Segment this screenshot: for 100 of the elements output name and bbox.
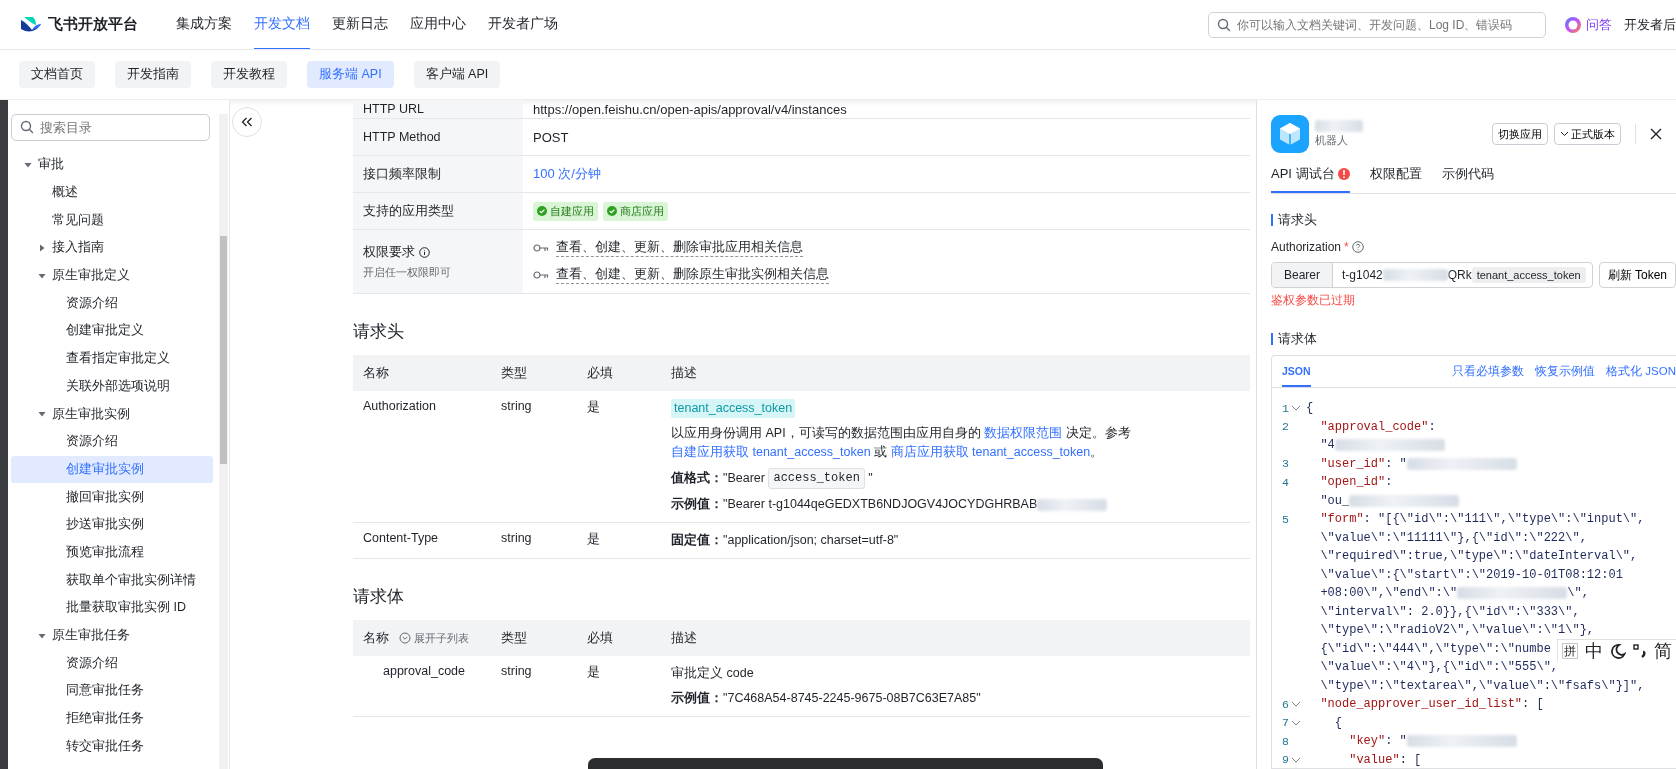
info-icon[interactable]	[419, 246, 430, 258]
code-text: \"required\":true,\"type\":\"dateInterval\",	[1319, 549, 1638, 564]
tree-item[interactable]: 获取单个审批实例详情	[11, 566, 213, 594]
console-link[interactable]: 开发者后	[1624, 15, 1676, 34]
caret-down-icon[interactable]	[38, 631, 46, 640]
doc-category-tab[interactable]: 开发指南	[115, 61, 191, 88]
tree-item[interactable]: 接入指南	[11, 234, 213, 262]
nav-tab[interactable]: 开发文档	[254, 0, 310, 49]
collapse-sidebar-button[interactable]	[232, 107, 262, 137]
version-dropdown[interactable]: 正式版本	[1554, 123, 1621, 145]
permission-link[interactable]: 查看、创建、更新、删除原生审批实例相关信息	[556, 266, 829, 284]
panel-tab[interactable]: API 调试台	[1271, 165, 1350, 193]
doc-category-tab[interactable]: 开发教程	[211, 61, 287, 88]
editor-action-link[interactable]: 恢复示例值	[1535, 364, 1596, 379]
info-label: 接口频率限制	[363, 166, 441, 181]
tree-item[interactable]: 抄送审批实例	[11, 510, 213, 539]
code-text: :	[1428, 419, 1436, 434]
panel-tab[interactable]: 示例代码	[1441, 165, 1494, 193]
catalog-search-field[interactable]: 搜索目录	[11, 114, 210, 141]
tree-item[interactable]: 原生审批任务	[11, 621, 213, 650]
caret-down-icon[interactable]	[24, 160, 32, 169]
nav-tab[interactable]: 集成方案	[176, 0, 232, 49]
token-value[interactable]: t-g1042	[1342, 268, 1383, 282]
tree-item[interactable]: 撤回审批实例	[11, 483, 213, 511]
info-label: 支持的应用类型	[363, 203, 454, 218]
caret-down-icon[interactable]	[38, 271, 46, 280]
required-value: 是	[587, 532, 600, 546]
tree-item[interactable]: 查看指定审批定义	[11, 344, 213, 373]
scrollbar[interactable]	[219, 114, 228, 769]
switch-app-button[interactable]: 切换应用	[1492, 123, 1548, 145]
field-note: 固定值："application/json; charset=utf-8"	[671, 532, 900, 549]
punctuation-icon[interactable]	[1633, 642, 1647, 659]
doc-link[interactable]: 自建应用获取 tenant_access_token	[671, 445, 871, 459]
tree-item[interactable]: 资源介绍	[11, 649, 213, 678]
tree-item[interactable]: 资源介绍	[11, 289, 213, 318]
doc-category-tab[interactable]: 文档首页	[19, 61, 95, 88]
field-note: 示例值："7C468A54-8745-2245-9675-08B7C63E7A85"	[671, 690, 982, 707]
tree-item[interactable]: 创建审批定义	[11, 317, 213, 345]
logo-icon[interactable]	[20, 15, 42, 34]
code-text: \"value\":\"11111\"},{\"id\":\"222\",	[1319, 530, 1587, 545]
editor-action-link[interactable]: 格式化 JSON	[1606, 364, 1676, 379]
code-text: {\"id\":\"444\",\"type\":\"numbe	[1319, 641, 1551, 656]
expand-children-button[interactable]: 展开子列表	[399, 630, 469, 646]
close-button[interactable]	[1650, 128, 1662, 140]
doc-category-tab[interactable]: 服务端 API	[307, 61, 394, 88]
editor-action-link[interactable]: 只看必填参数	[1452, 364, 1525, 379]
tree-item[interactable]: 原生审批定义	[11, 261, 213, 290]
code-text: "value"	[1348, 752, 1400, 767]
ime-mode-key[interactable]: 中	[1585, 640, 1603, 661]
moon-icon[interactable]	[1610, 642, 1626, 659]
info-label: HTTP Method	[363, 130, 441, 144]
ime-pinyin-key[interactable]: 拼	[1562, 642, 1578, 659]
tree-item[interactable]: 关联外部选项说明	[11, 372, 213, 401]
search-field[interactable]: 你可以输入文档关键词、开发问题、Log ID、错误码	[1208, 11, 1546, 38]
nav-tab[interactable]: 应用中心	[410, 0, 466, 49]
nav-tab[interactable]: 更新日志	[332, 0, 388, 49]
tree-item[interactable]: 创建审批实例	[11, 455, 213, 484]
qa-link[interactable]: 问答	[1564, 15, 1612, 34]
rate-limit-link[interactable]: 100 次/分钟	[533, 166, 601, 181]
required-value: 是	[587, 665, 600, 679]
doc-category-tab[interactable]: 客户端 API	[413, 61, 501, 88]
site-title: 飞书开放平台	[48, 15, 138, 34]
editor-tab[interactable]: JSON	[1282, 356, 1311, 387]
fold-chevron-icon[interactable]	[1291, 405, 1301, 412]
param-type: string	[501, 664, 532, 678]
ime-script-key[interactable]: 简	[1654, 640, 1672, 661]
doc-link[interactable]: 商店应用获取 tenant_access_token	[890, 445, 1091, 459]
fold-chevron-icon[interactable]	[1291, 719, 1301, 726]
key-icon	[533, 244, 549, 252]
caret-right-icon[interactable]	[38, 243, 46, 252]
fold-chevron-icon[interactable]	[1291, 756, 1301, 763]
permission-link[interactable]: 查看、创建、更新、删除审批应用相关信息	[556, 239, 803, 257]
blurred-text	[1382, 269, 1448, 281]
fold-chevron-icon[interactable]	[1291, 701, 1301, 708]
caret-down-icon[interactable]	[38, 410, 46, 419]
key-icon	[533, 271, 549, 279]
code-text: "node_approver_user_id_list"	[1319, 697, 1523, 712]
tree-item[interactable]: 原生审批实例	[11, 400, 213, 428]
column-header: 描述	[671, 630, 697, 645]
token-value[interactable]: QRk	[1447, 268, 1472, 282]
line-number: 7	[1282, 716, 1289, 730]
tree-item[interactable]: 审批	[11, 151, 213, 179]
tree-item[interactable]: 拒绝审批任务	[11, 704, 213, 733]
tree-item[interactable]: 资源介绍	[11, 427, 213, 456]
close-icon	[1650, 128, 1662, 140]
tree-item[interactable]: 批量获取审批实例 ID	[11, 594, 213, 622]
tree-item[interactable]: 常见问题	[11, 206, 213, 235]
code-text: "form"	[1319, 512, 1364, 527]
code-text: "ou_	[1319, 493, 1350, 508]
tree-item[interactable]: 概述	[11, 178, 213, 207]
tag-label: 商店应用	[620, 203, 664, 219]
tree-item[interactable]: 预览审批流程	[11, 538, 213, 567]
tree-item[interactable]: 转交审批任务	[11, 732, 213, 761]
panel-tab[interactable]: 权限配置	[1369, 165, 1422, 193]
doc-link[interactable]: 数据权限范围	[984, 426, 1063, 440]
code-text: "user_id"	[1319, 456, 1386, 471]
nav-tab[interactable]: 开发者广场	[488, 0, 558, 49]
help-icon[interactable]	[1351, 241, 1364, 253]
refresh-token-button[interactable]: 刷新 Token	[1598, 262, 1676, 288]
tree-item[interactable]: 同意审批任务	[11, 677, 213, 705]
